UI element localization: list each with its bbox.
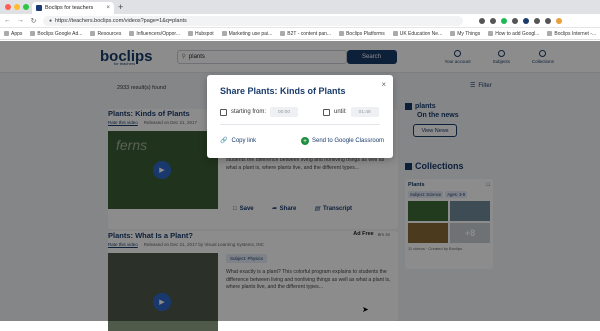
bookmark-item[interactable]: How to add Googl...: [488, 31, 539, 37]
reload-icon[interactable]: ↻: [30, 17, 37, 25]
until-time-input[interactable]: 01:48: [350, 107, 379, 117]
back-icon[interactable]: ←: [4, 17, 11, 24]
tab-close-icon[interactable]: ×: [106, 5, 110, 11]
until-label: until:: [334, 109, 347, 115]
hubspot-icon: [187, 31, 193, 36]
close-window-button[interactable]: [5, 4, 11, 10]
url-field[interactable]: ● https://teachers.boclips.com/videos?pa…: [43, 15, 463, 26]
bookmark-item[interactable]: UK Education Ne...: [392, 30, 443, 37]
bookmark-item[interactable]: My Things: [450, 31, 480, 37]
maximize-window-button[interactable]: [23, 4, 29, 10]
modal-title: Share Plants: Kinds of Plants: [220, 86, 346, 96]
folder-icon: [392, 31, 398, 36]
extension-icon[interactable]: [479, 17, 485, 24]
bookmark-icon: [280, 31, 286, 36]
folder-icon: [90, 31, 96, 36]
extension-icon[interactable]: [490, 17, 496, 24]
bookmark-item[interactable]: Apps: [4, 31, 22, 37]
extension-icon[interactable]: [523, 17, 529, 24]
bookmark-item[interactable]: Marketing use pai...: [221, 30, 273, 37]
bookmark-label: Boclips Google Ad...: [37, 30, 83, 37]
lock-icon: ●: [49, 17, 53, 24]
bookmark-label: Apps: [11, 30, 23, 37]
bookmark-label: B2T - content pan...: [287, 30, 332, 37]
favicon-icon: [36, 5, 42, 11]
minimize-window-button[interactable]: [14, 4, 20, 10]
profile-avatar[interactable]: [556, 17, 562, 24]
close-icon[interactable]: ×: [381, 80, 386, 89]
modal-divider: [220, 124, 380, 125]
end-time-row: until: 01:48: [323, 107, 379, 117]
bookmark-label: My Things: [457, 30, 481, 37]
bookmarks-bar: Apps Boclips Google Ad... Resources Infl…: [0, 28, 600, 40]
forward-icon[interactable]: →: [17, 17, 24, 24]
browser-tab[interactable]: Boclips for teachers ×: [32, 2, 114, 14]
window-controls: [5, 4, 29, 10]
bookmark-label: Influencers/Oppor...: [136, 30, 180, 37]
tab-title: Boclips for teachers: [45, 5, 94, 11]
bookmark-item[interactable]: Resources: [90, 31, 121, 37]
start-time-input[interactable]: 00:00: [270, 107, 299, 117]
google-classroom-label: Send to Google Classroom: [312, 138, 385, 144]
link-icon: 🔗: [220, 138, 228, 144]
extension-icon[interactable]: [512, 17, 518, 24]
bookmark-item[interactable]: B2T - content pan...: [280, 31, 331, 37]
bookmark-label: UK Education Ne...: [399, 30, 443, 37]
bookmark-item[interactable]: Hubspot: [187, 30, 214, 37]
extension-icon[interactable]: [501, 17, 507, 24]
extension-icons: [479, 17, 562, 24]
google-classroom-icon: +: [301, 137, 309, 145]
folder-icon: [129, 31, 135, 36]
folder-icon: [339, 31, 345, 36]
browser-tabbar: Boclips for teachers × +: [0, 0, 600, 14]
share-modal: Share Plants: Kinds of Plants × starting…: [207, 75, 393, 158]
bookmark-label: Boclips Internet -...: [554, 30, 597, 37]
bookmark-icon: [30, 31, 36, 36]
google-classroom-button[interactable]: + Send to Google Classroom: [301, 137, 384, 145]
bookmark-icon: [547, 31, 553, 36]
folder-icon: [450, 31, 456, 36]
bookmark-label: Resources: [97, 30, 122, 37]
bookmark-label: Boclips Platforms: [346, 30, 385, 37]
bookmark-item[interactable]: Boclips Google Ad...: [30, 31, 82, 37]
bookmark-label: Marketing use pai...: [228, 30, 273, 37]
bookmark-item[interactable]: Influencers/Oppor...: [129, 31, 180, 37]
new-tab-button[interactable]: +: [118, 2, 123, 12]
copy-link-label: Copy link: [231, 137, 257, 144]
bookmark-icon: [221, 31, 227, 36]
address-bar-row: ← → ↻ ● https://teachers.boclips.com/vid…: [0, 14, 600, 28]
start-checkbox[interactable]: [220, 108, 227, 116]
bookmark-item[interactable]: Boclips Platforms: [339, 31, 385, 37]
start-time-row: starting from: 00:00: [220, 107, 299, 117]
mouse-cursor-icon: ➤: [362, 305, 369, 314]
bookmark-item[interactable]: Boclips Internet -...: [547, 31, 596, 37]
url-text: https://teachers.boclips.com/videos?page…: [55, 17, 187, 24]
bookmark-label: Hubspot: [194, 30, 214, 37]
start-label: starting from:: [231, 109, 267, 115]
extension-icon[interactable]: [534, 17, 540, 24]
bookmark-label: How to add Googl...: [495, 30, 540, 37]
extension-icon[interactable]: [545, 17, 551, 24]
bookmark-icon: [488, 31, 494, 36]
apps-icon: [4, 31, 9, 36]
copy-link-button[interactable]: 🔗 Copy link: [220, 137, 257, 145]
until-checkbox[interactable]: [323, 108, 330, 116]
